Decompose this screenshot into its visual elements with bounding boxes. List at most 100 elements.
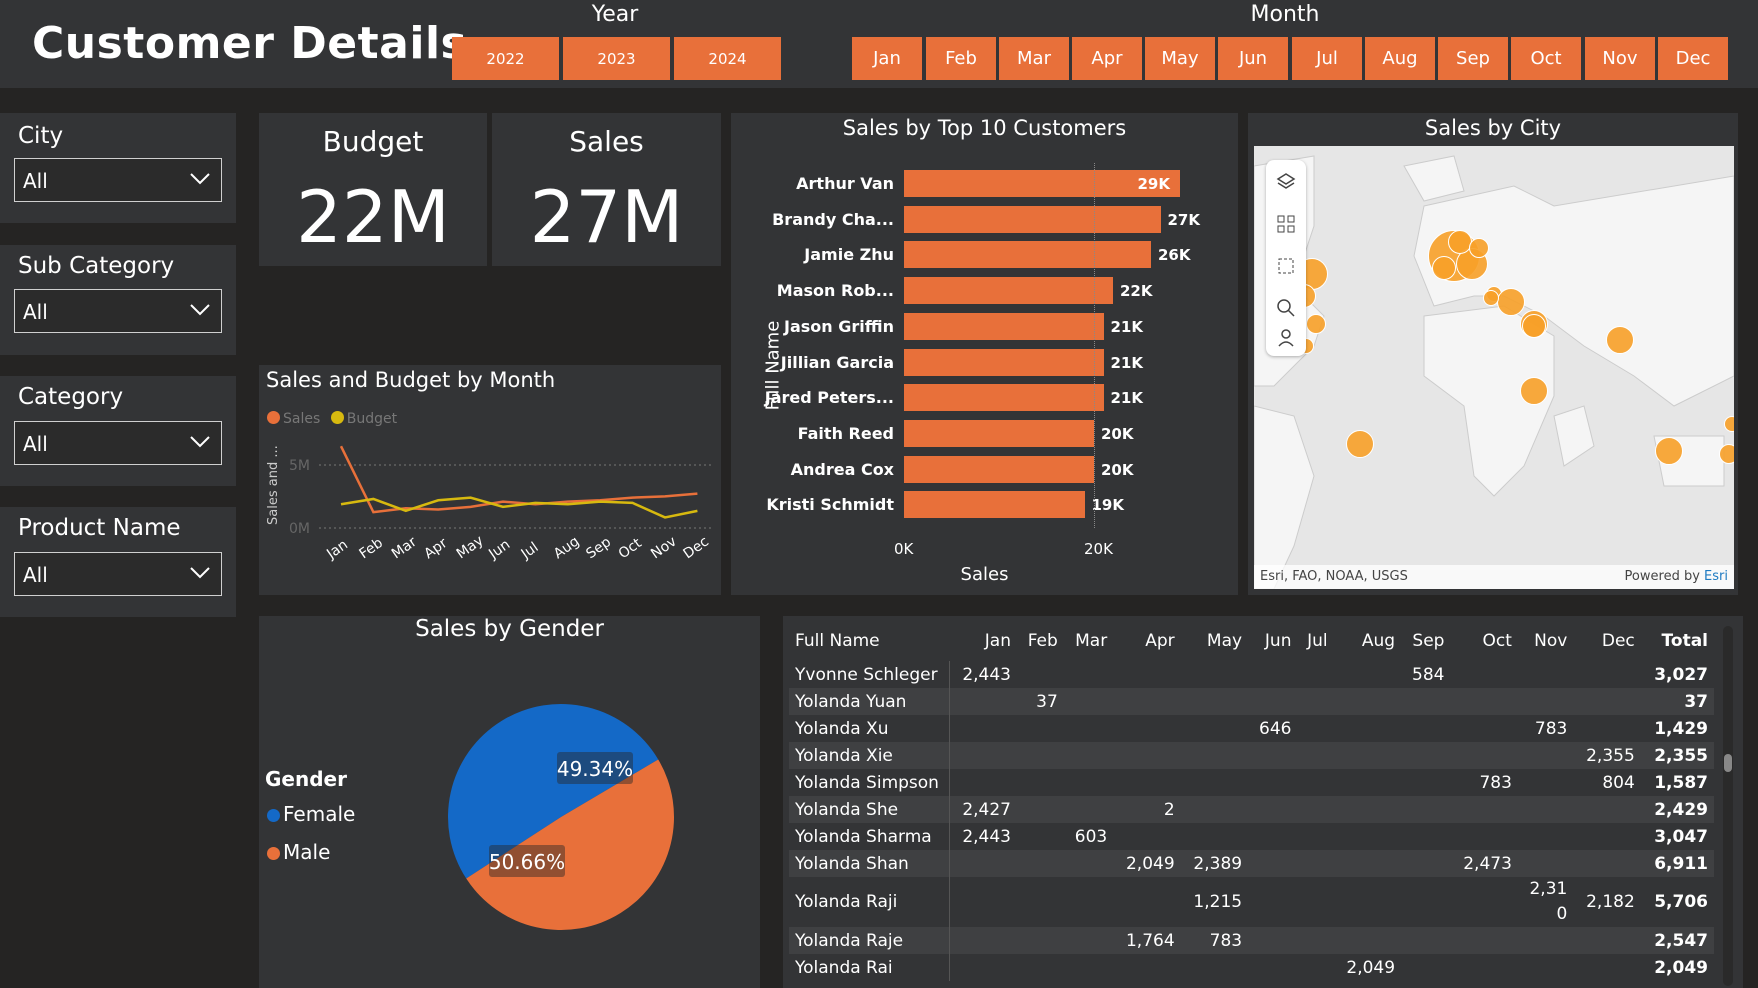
customer-bar[interactable] <box>904 241 1151 269</box>
city-bubble[interactable] <box>1520 377 1548 405</box>
month-button-apr[interactable]: Apr <box>1072 37 1142 80</box>
year-2024-button[interactable]: 2024 <box>674 37 781 80</box>
esri-link[interactable]: Esri <box>1704 569 1728 584</box>
month-button-feb[interactable]: Feb <box>926 37 996 80</box>
customer-bar[interactable] <box>904 205 1161 233</box>
month-value-cell <box>1297 742 1334 769</box>
month-button-may[interactable]: May <box>1145 37 1215 80</box>
product-dropdown[interactable]: All <box>14 552 222 596</box>
month-value-cell <box>1297 796 1334 823</box>
pie-chart-svg: 49.34% 50.66% <box>448 704 675 931</box>
matrix-header-jan[interactable]: Jan <box>949 621 1017 661</box>
x-tick-label: Mar <box>389 534 420 562</box>
table-row[interactable]: Yolanda Xu 646 783 1,429 <box>789 715 1714 742</box>
month-value-cell <box>1450 715 1517 742</box>
month-value-cell <box>1113 954 1180 981</box>
month-button-jan[interactable]: Jan <box>852 37 922 80</box>
matrix-header-aug[interactable]: Aug <box>1334 621 1401 661</box>
customer-bar[interactable] <box>904 419 1094 447</box>
city-bubble[interactable] <box>1724 416 1734 432</box>
city-bubble[interactable] <box>1719 444 1734 464</box>
matrix-header-jun[interactable]: Jun <box>1248 621 1297 661</box>
city-bubble[interactable] <box>1306 314 1326 334</box>
customer-bar[interactable] <box>904 277 1113 305</box>
month-value-cell: 2,182 <box>1586 892 1635 912</box>
customer-bar[interactable] <box>904 491 1085 519</box>
table-row[interactable]: Yvonne Schleger 2,443 584 3,027 <box>789 661 1714 688</box>
month-button-jul[interactable]: Jul <box>1292 37 1362 80</box>
matrix-header-sep[interactable]: Sep <box>1401 621 1450 661</box>
matrix-header-full-name[interactable]: Full Name <box>789 621 949 661</box>
layers-icon[interactable] <box>1272 168 1300 196</box>
matrix-header-may[interactable]: May <box>1181 621 1248 661</box>
customer-bar[interactable] <box>904 455 1094 483</box>
table-row[interactable]: Yolanda Simpson 783 804 1,587 <box>789 769 1714 796</box>
month-value-cell <box>1017 954 1064 981</box>
month-value-cell <box>1450 742 1518 769</box>
table-row[interactable]: Yolanda Raji 1,215 2,31 0 2,182 5,706 <box>789 877 1714 927</box>
matrix-header-feb[interactable]: Feb <box>1017 621 1064 661</box>
month-button-jun[interactable]: Jun <box>1218 37 1288 80</box>
month-value-cell <box>1064 715 1113 742</box>
year-2023-button[interactable]: 2023 <box>563 37 670 80</box>
x-tick-label: Jul <box>518 539 542 562</box>
bar-value-label: 22K <box>1120 282 1153 301</box>
city-bubble[interactable] <box>1346 430 1374 458</box>
table-row[interactable]: Yolanda Yuan 37 37 <box>789 688 1714 715</box>
customer-bar[interactable] <box>904 348 1104 376</box>
month-value-cell: 2,355 <box>1573 742 1641 769</box>
map-canvas[interactable]: Esri, FAO, NOAA, USGS Powered by Esri <box>1254 146 1734 589</box>
subcategory-dropdown[interactable]: All <box>14 289 222 333</box>
city-bubble[interactable] <box>1522 314 1546 338</box>
table-row[interactable]: Yolanda She 2,427 2 2,429 <box>789 796 1714 823</box>
chevron-down-icon <box>190 567 210 579</box>
table-row[interactable]: Yolanda Raje 1,764 783 2,547 <box>789 927 1714 954</box>
customer-bar[interactable] <box>904 384 1104 412</box>
matrix-header-oct[interactable]: Oct <box>1450 621 1517 661</box>
month-button-nov[interactable]: Nov <box>1585 37 1655 80</box>
matrix-header-mar[interactable]: Mar <box>1064 621 1113 661</box>
matrix-header-total[interactable]: Total <box>1641 621 1714 661</box>
month-button-oct[interactable]: Oct <box>1511 37 1581 80</box>
bar-label: Jillian Garcia <box>780 352 894 372</box>
bar-value-label: 21K <box>1110 317 1144 336</box>
matrix-header-nov[interactable]: Nov <box>1518 621 1573 661</box>
city-bubble[interactable] <box>1432 256 1456 280</box>
city-bubble[interactable] <box>1497 288 1525 316</box>
city-dropdown[interactable]: All <box>14 158 222 202</box>
month-value-cell <box>1401 688 1451 715</box>
table-row[interactable]: Yolanda Shan 2,049 2,389 2,473 6,911 <box>789 850 1714 877</box>
city-bubble[interactable] <box>1606 326 1634 354</box>
locate-icon[interactable] <box>1272 324 1300 352</box>
city-bubble[interactable] <box>1469 238 1489 258</box>
month-button-mar[interactable]: Mar <box>999 37 1069 80</box>
month-button-dec[interactable]: Dec <box>1658 37 1728 80</box>
bar-value-label: 20K <box>1101 460 1134 479</box>
subcategory-dropdown-value: All <box>23 300 48 324</box>
city-bubble[interactable] <box>1483 290 1499 306</box>
month-button-sep[interactable]: Sep <box>1438 37 1508 80</box>
category-dropdown-value: All <box>23 432 48 456</box>
matrix-header-dec[interactable]: Dec <box>1573 621 1640 661</box>
matrix-scrollbar-thumb[interactable] <box>1724 754 1732 772</box>
customer-bar[interactable] <box>904 312 1104 340</box>
year-2022-button[interactable]: 2022 <box>452 37 559 80</box>
category-dropdown[interactable]: All <box>14 421 222 465</box>
matrix-header-apr[interactable]: Apr <box>1113 621 1180 661</box>
month-value-cell <box>1113 688 1181 715</box>
month-button-aug[interactable]: Aug <box>1365 37 1435 80</box>
month-value-cell <box>1113 742 1181 769</box>
city-bubble[interactable] <box>1655 437 1683 465</box>
month-value-cell <box>1297 823 1333 850</box>
month-value-cell: 783 <box>1180 927 1249 954</box>
rectangle-select-icon[interactable] <box>1272 252 1300 280</box>
customer-name-cell: Yvonne Schleger <box>789 661 950 688</box>
table-row[interactable]: Yolanda Rai 2,049 2,049 <box>789 954 1714 981</box>
sales-line <box>339 445 698 514</box>
matrix-scrollbar[interactable] <box>1723 626 1733 986</box>
table-row[interactable]: Yolanda Sharma 2,443 603 3,047 <box>789 823 1714 850</box>
table-row[interactable]: Yolanda Xie 2,355 2,355 <box>789 742 1714 769</box>
qr-select-icon[interactable] <box>1272 210 1300 238</box>
matrix-header-jul[interactable]: Jul <box>1297 621 1333 661</box>
search-icon[interactable] <box>1272 294 1300 322</box>
